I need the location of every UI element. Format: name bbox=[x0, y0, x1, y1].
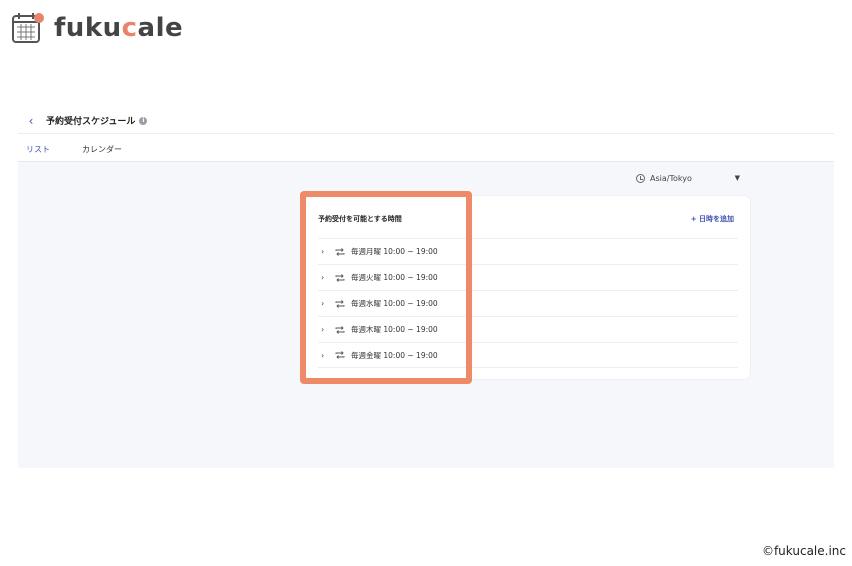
add-datetime-button[interactable]: + 日時を追加 bbox=[691, 214, 734, 224]
schedule-row[interactable]: › 毎週火曜 10:00 ~ 19:00 bbox=[318, 264, 738, 290]
info-icon[interactable]: i bbox=[139, 116, 148, 125]
timezone-value: Asia/Tokyo bbox=[650, 173, 692, 183]
schedule-label: 毎週水曜 10:00 ~ 19:00 bbox=[351, 299, 438, 308]
repeat-icon bbox=[335, 351, 345, 359]
chevron-left-icon: ‹ bbox=[28, 114, 34, 128]
chevron-right-icon[interactable]: › bbox=[321, 273, 331, 282]
schedule-row[interactable]: › 毎週水曜 10:00 ~ 19:00 bbox=[318, 290, 738, 316]
copyright: ©fukucale.inc bbox=[761, 544, 846, 558]
schedule-row[interactable]: › 毎週金曜 10:00 ~ 19:00 bbox=[318, 342, 738, 368]
logo: fukucale bbox=[10, 10, 183, 46]
schedule-label: 毎週金曜 10:00 ~ 19:00 bbox=[351, 350, 438, 360]
caret-down-icon: ▼ bbox=[734, 174, 740, 182]
schedule-label: 毎週木曜 10:00 ~ 19:00 bbox=[351, 325, 438, 334]
back-button[interactable]: ‹ bbox=[24, 114, 38, 128]
divider bbox=[18, 133, 834, 134]
schedule-label: 毎週月曜 10:00 ~ 19:00 bbox=[351, 247, 438, 256]
chevron-right-icon[interactable]: › bbox=[321, 351, 331, 360]
chevron-right-icon[interactable]: › bbox=[321, 299, 331, 308]
schedule-list: › 毎週月曜 10:00 ~ 19:00 › 毎週火曜 10:00 ~ 19:0… bbox=[318, 238, 738, 368]
page-title: 予約受付スケジュール i bbox=[46, 114, 148, 127]
logo-text: fukucale bbox=[54, 13, 184, 43]
repeat-icon bbox=[335, 247, 345, 256]
schedule-row[interactable]: › 毎週木曜 10:00 ~ 19:00 bbox=[318, 316, 738, 342]
repeat-icon bbox=[335, 273, 345, 282]
chevron-right-icon[interactable]: › bbox=[321, 247, 331, 256]
schedule-row[interactable]: › 毎週月曜 10:00 ~ 19:00 bbox=[318, 238, 738, 264]
timezone-select[interactable]: Asia/Tokyo ▼ bbox=[636, 171, 740, 185]
repeat-icon bbox=[335, 299, 345, 308]
clock-icon bbox=[636, 173, 645, 183]
calendar-logo-icon bbox=[12, 13, 44, 43]
schedule-card: 予約受付を可能とする時間 + 日時を追加 › 毎週月曜 10:00 ~ 19:0… bbox=[306, 196, 750, 379]
repeat-icon bbox=[335, 325, 345, 334]
chevron-right-icon[interactable]: › bbox=[321, 325, 331, 334]
card-title: 予約受付を可能とする時間 bbox=[318, 215, 402, 223]
schedule-label: 毎週火曜 10:00 ~ 19:00 bbox=[351, 273, 438, 282]
